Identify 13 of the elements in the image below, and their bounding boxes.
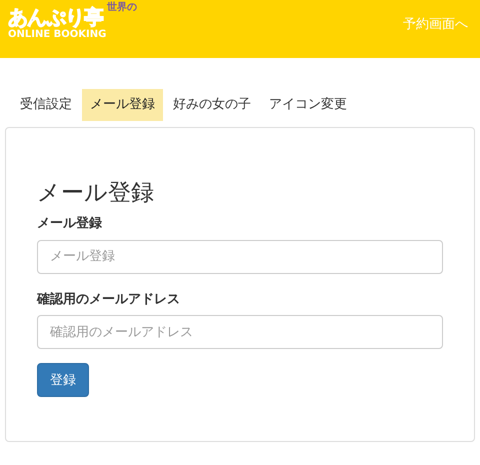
tab[interactable]: 受信設定 [12, 89, 80, 120]
logo-title: あんぷり亭 [8, 7, 103, 27]
form-title: メール登録 [37, 178, 155, 206]
tab[interactable]: 好みの女の子 [165, 89, 259, 120]
input-field[interactable]: メール登録 [37, 240, 443, 274]
field-label: メール登録 [37, 215, 103, 234]
field-label: 確認用のメールアドレス [37, 290, 181, 309]
logo-caption: ONLINE BOOKING [8, 30, 108, 40]
submit-button[interactable]: 登録 [37, 363, 89, 398]
tab[interactable]: アイコン変更 [261, 89, 355, 120]
logo-subtitle: 世界の [107, 3, 137, 13]
tab[interactable]: メール登録 [82, 89, 163, 120]
input-field[interactable]: 確認用のメールアドレス [37, 315, 443, 350]
